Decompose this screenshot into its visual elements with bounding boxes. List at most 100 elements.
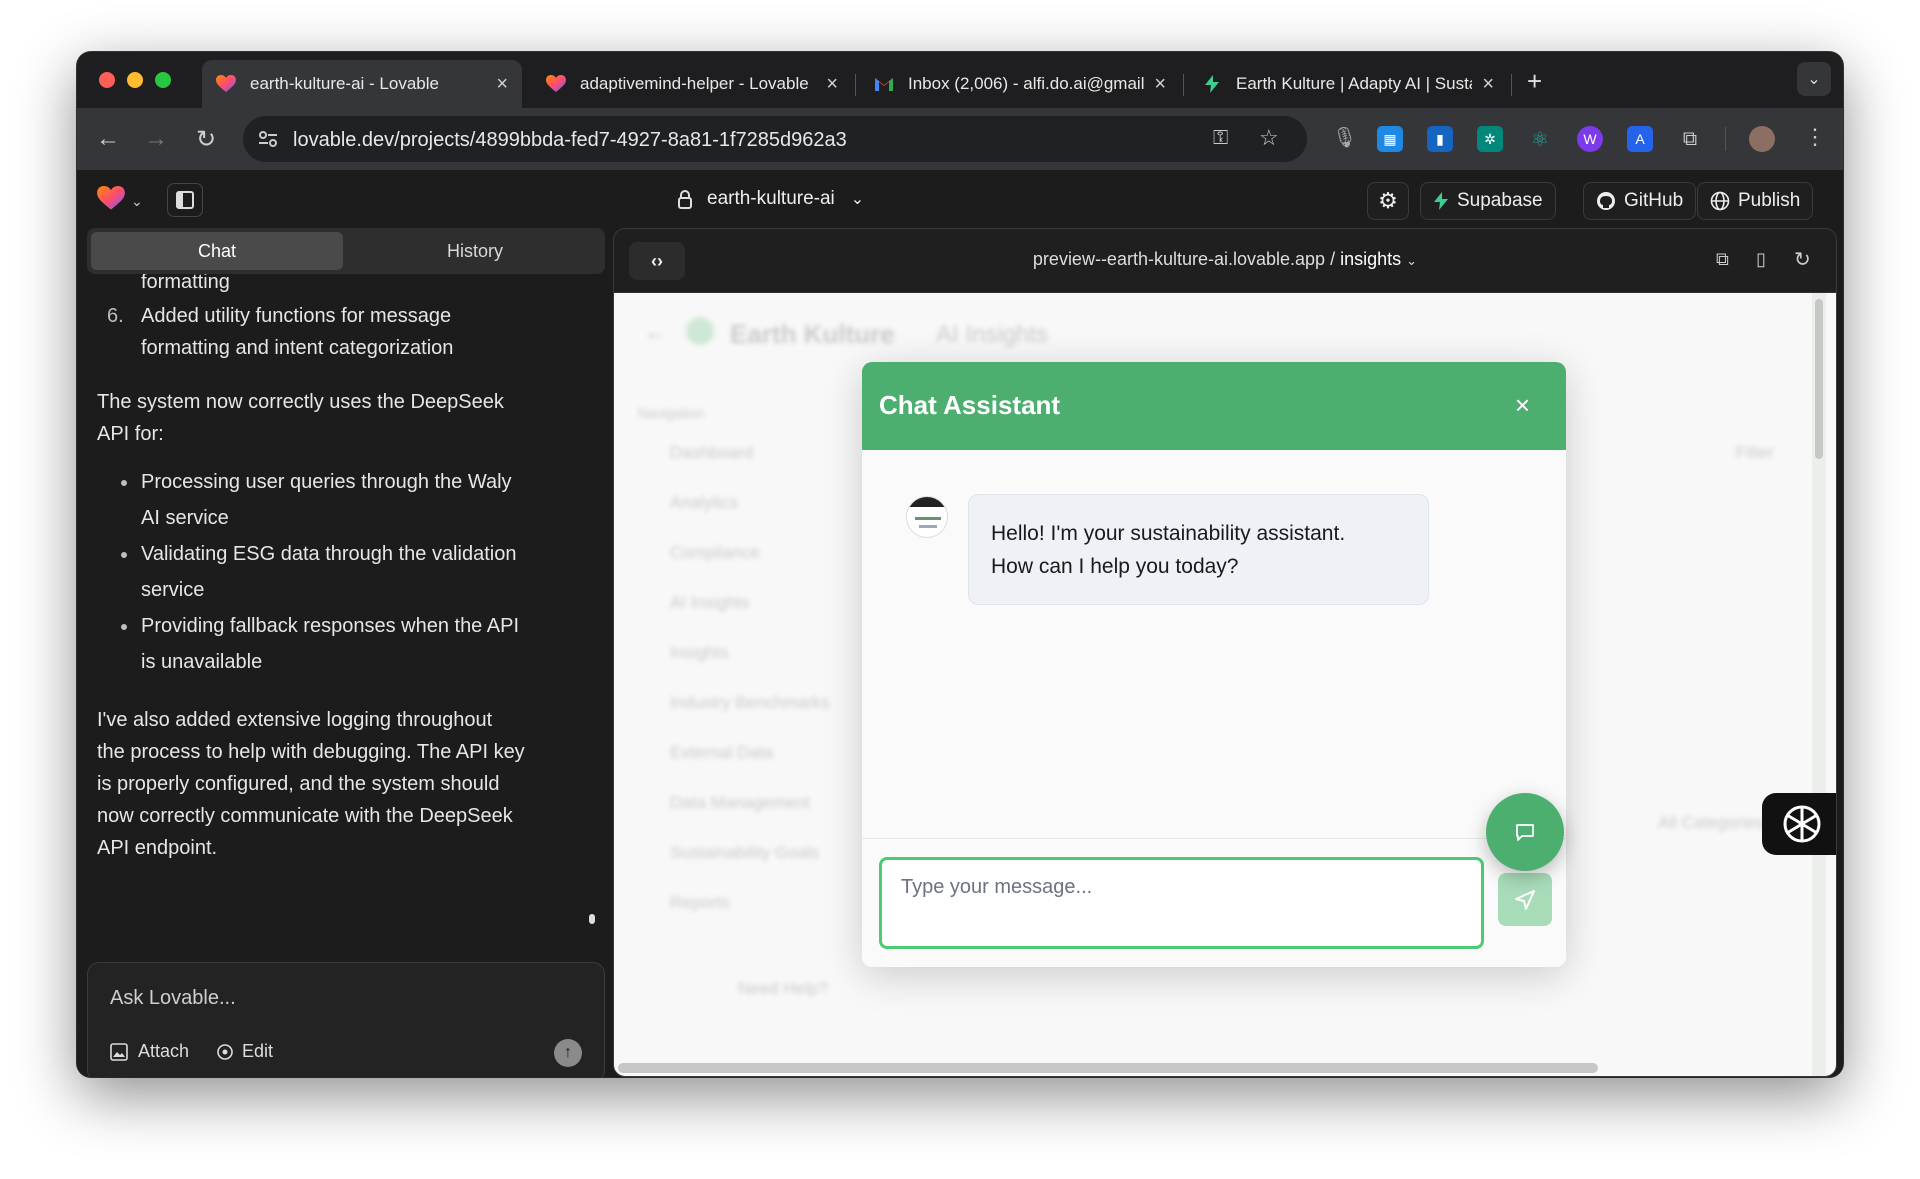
maximize-window-button[interactable] bbox=[155, 72, 171, 88]
minimize-window-button[interactable] bbox=[127, 72, 143, 88]
nav-item[interactable]: Sustainability Goals bbox=[670, 843, 819, 863]
refresh-icon[interactable]: ↻ bbox=[1794, 247, 1811, 272]
new-tab-icon[interactable]: + bbox=[1527, 66, 1542, 97]
dialog-footer: Type your message... bbox=[862, 838, 1566, 967]
nav-item[interactable]: Reports bbox=[670, 893, 730, 913]
bullet-marker bbox=[121, 480, 127, 486]
openai-launcher-button[interactable] bbox=[1762, 793, 1836, 855]
logo-icon bbox=[686, 317, 714, 345]
chat-launcher-button[interactable] bbox=[1486, 793, 1564, 871]
lovable-composer[interactable]: Ask Lovable... Attach Edit ↑ bbox=[87, 962, 605, 1077]
chat-panel: Chat History formatting 6. Added utility… bbox=[87, 228, 607, 1077]
nav-item[interactable]: Industry Benchmarks bbox=[670, 693, 830, 713]
nav-item[interactable]: Data Management bbox=[670, 793, 810, 813]
composer-input[interactable]: Ask Lovable... bbox=[110, 987, 236, 1010]
lovable-app: ⌄ earth-kulture-ai ⌄ ⚙ Supabase GitHub P… bbox=[77, 170, 1843, 1077]
attach-label: Attach bbox=[138, 1041, 190, 1061]
tab-title: Inbox (2,006) - alfi.do.ai@gmail.com bbox=[908, 74, 1145, 93]
close-window-button[interactable] bbox=[99, 72, 115, 88]
dialog-title: Chat Assistant bbox=[879, 390, 1061, 420]
scroll-indicator[interactable] bbox=[589, 914, 595, 924]
nav-item[interactable]: Analytics bbox=[670, 493, 738, 513]
close-icon[interactable]: × bbox=[1515, 390, 1530, 421]
send-button[interactable] bbox=[1498, 873, 1552, 926]
app-brand: Earth Kulture bbox=[730, 319, 895, 349]
github-button[interactable]: GitHub bbox=[1583, 182, 1697, 220]
more-menu-icon[interactable]: ⋮ bbox=[1804, 124, 1826, 150]
preview-panel: ‹› preview--earth-kulture-ai.lovable.app… bbox=[613, 228, 1837, 1077]
target-icon bbox=[217, 1043, 233, 1060]
chat-history-toggle: Chat History bbox=[87, 228, 605, 274]
chevron-down-icon[interactable]: ⌄ bbox=[1797, 62, 1831, 96]
extension-translate-icon[interactable]: ▦ bbox=[1377, 126, 1403, 152]
extension-react-icon[interactable]: ⚛ bbox=[1527, 126, 1553, 152]
lovable-heart-icon bbox=[97, 186, 125, 216]
page-heading: AI Insights bbox=[936, 321, 1049, 348]
nav-item[interactable]: Compliance bbox=[670, 543, 760, 563]
message-line: API endpoint. bbox=[97, 837, 218, 859]
site-settings-icon[interactable] bbox=[257, 128, 279, 155]
lovable-menu-button[interactable]: ⌄ bbox=[97, 186, 143, 216]
close-tab-icon[interactable]: × bbox=[826, 73, 838, 96]
message-line: formatting and intent categorization bbox=[141, 337, 454, 359]
tab-earth-kulture-adapty[interactable]: Earth Kulture | Adapty AI | Sustainabili… bbox=[1188, 60, 1508, 108]
message-line: is properly configured, and the system s… bbox=[97, 773, 500, 795]
nav-item[interactable]: AI Insights bbox=[670, 593, 749, 613]
profile-avatar[interactable] bbox=[1749, 126, 1775, 152]
settings-button[interactable]: ⚙ bbox=[1367, 182, 1409, 220]
nav-item[interactable]: External Data bbox=[670, 743, 773, 763]
horizontal-scrollbar[interactable] bbox=[618, 1063, 1598, 1073]
attach-button[interactable]: Attach bbox=[110, 1041, 189, 1062]
tab-adaptivemind-helper[interactable]: adaptivemind-helper - Lovable × bbox=[532, 60, 852, 108]
list-number: 6. bbox=[107, 305, 124, 327]
extensions-puzzle-icon[interactable]: ⧉ bbox=[1677, 126, 1703, 152]
browser-window: earth-kulture-ai - Lovable × adaptivemin… bbox=[77, 52, 1843, 1077]
github-icon bbox=[1596, 191, 1616, 211]
chevron-down-icon: ⌄ bbox=[850, 191, 865, 208]
tab-gmail-inbox[interactable]: Inbox (2,006) - alfi.do.ai@gmail.com × bbox=[860, 60, 1180, 108]
publish-button[interactable]: Publish bbox=[1697, 182, 1814, 220]
extension-network-icon[interactable]: ✲ bbox=[1477, 126, 1503, 152]
address-bar[interactable]: lovable.dev/projects/4899bbda-fed7-4927-… bbox=[243, 116, 1307, 162]
send-arrow-up-icon[interactable]: ↑ bbox=[554, 1039, 582, 1067]
supabase-label: Supabase bbox=[1457, 190, 1543, 211]
list-item: Processing user queries through the Waly bbox=[141, 471, 512, 493]
bolt-icon bbox=[1202, 74, 1222, 94]
tab-chat[interactable]: Chat bbox=[91, 232, 343, 270]
sidebar-toggle-button[interactable] bbox=[167, 183, 203, 217]
message-line: Added utility functions for message bbox=[141, 305, 452, 327]
tab-history[interactable]: History bbox=[349, 232, 601, 270]
nav-item[interactable]: Insights bbox=[670, 643, 729, 663]
preview-route[interactable]: preview--earth-kulture-ai.lovable.app / … bbox=[614, 249, 1836, 270]
microphone-icon[interactable]: 🎙 bbox=[1332, 125, 1357, 150]
back-arrow-icon[interactable]: ← bbox=[91, 122, 125, 156]
message-input[interactable]: Type your message... bbox=[879, 857, 1484, 949]
assistant-avatar bbox=[906, 496, 948, 538]
extension-trello-icon[interactable]: ▮ bbox=[1427, 126, 1453, 152]
nav-item[interactable]: Dashboard bbox=[670, 443, 753, 463]
tab-separator bbox=[1183, 74, 1184, 96]
key-icon[interactable]: ⚿ bbox=[1213, 127, 1228, 150]
tab-strip: earth-kulture-ai - Lovable × adaptivemin… bbox=[77, 52, 1843, 108]
image-icon bbox=[110, 1042, 128, 1061]
close-tab-icon[interactable]: × bbox=[1154, 73, 1166, 96]
tab-earth-kulture-lovable[interactable]: earth-kulture-ai - Lovable × bbox=[202, 60, 522, 108]
extension-a-icon[interactable]: A bbox=[1627, 126, 1653, 152]
vertical-scrollbar[interactable] bbox=[1812, 293, 1826, 1076]
open-external-icon[interactable]: ⧉ bbox=[1716, 249, 1729, 270]
close-tab-icon[interactable]: × bbox=[1482, 73, 1494, 96]
forward-arrow-icon[interactable]: → bbox=[139, 122, 173, 156]
assistant-message: formatting 6. Added utility functions fo… bbox=[87, 274, 605, 954]
need-help-label: Need Help? bbox=[738, 979, 828, 998]
list-item: service bbox=[141, 579, 205, 601]
filter-label: Filter bbox=[1736, 443, 1774, 462]
bookmark-star-icon[interactable]: ☆ bbox=[1259, 125, 1279, 151]
edit-button[interactable]: Edit bbox=[216, 1041, 273, 1062]
extension-w-icon[interactable]: W bbox=[1577, 126, 1603, 152]
nav-heading: Navigation bbox=[638, 405, 705, 421]
mobile-view-icon[interactable]: ▯ bbox=[1756, 249, 1766, 270]
project-selector[interactable]: earth-kulture-ai ⌄ bbox=[677, 188, 864, 210]
supabase-button[interactable]: Supabase bbox=[1420, 182, 1556, 220]
close-tab-icon[interactable]: × bbox=[496, 73, 508, 96]
reload-icon[interactable]: ↻ bbox=[189, 122, 223, 156]
